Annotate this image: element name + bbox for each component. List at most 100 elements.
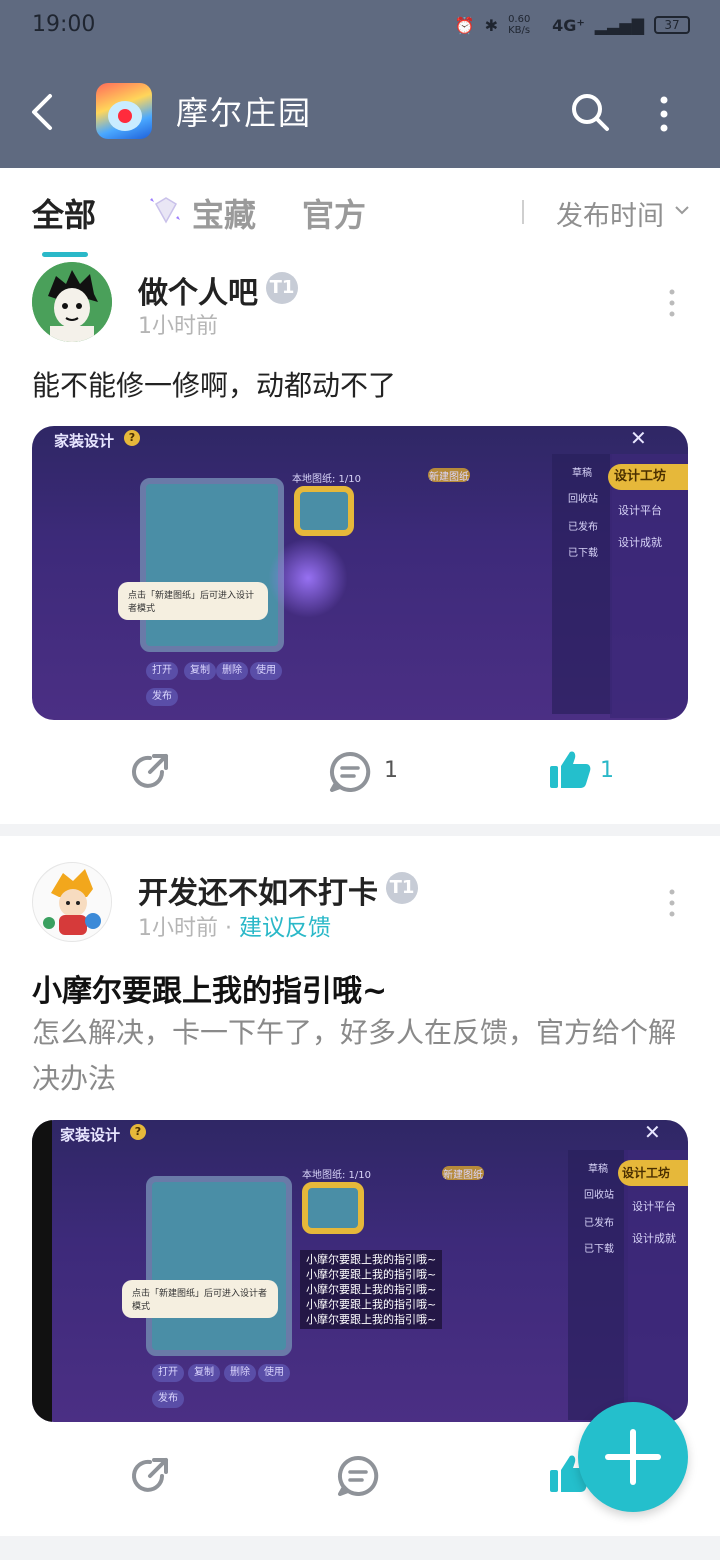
battery-icon: 37 — [654, 16, 690, 34]
post-time: 1小时前 — [138, 916, 218, 941]
tab-divider — [522, 200, 524, 224]
image-title: 家装设计 — [60, 1126, 121, 1144]
comment-count: 1 — [384, 758, 398, 783]
menu-item: 设计平台 — [618, 504, 662, 517]
image-button: 复制 — [188, 1364, 220, 1382]
tab-indicator — [42, 252, 88, 257]
page-title: 摩尔庄园 — [176, 94, 313, 132]
share-icon[interactable] — [128, 750, 172, 794]
chevron-down-icon[interactable] — [674, 204, 690, 216]
image-button: 删除 — [216, 662, 248, 680]
image-title: 家装设计 — [54, 432, 115, 450]
image-button: 发布 — [146, 688, 178, 706]
side-item: 已下载 — [584, 1244, 614, 1255]
side-item: 回收站 — [568, 494, 598, 505]
menu-item-active: 设计工坊 — [608, 464, 688, 490]
image-edge — [32, 1120, 52, 1422]
avatar[interactable] — [32, 262, 112, 342]
post-actions: 1 1 — [0, 728, 720, 818]
post-text[interactable]: 能不能修一修啊，动都动不了 — [32, 364, 396, 404]
spam-line: 小摩尔要跟上我的指引哦~ — [306, 1298, 437, 1311]
image-button: 删除 — [224, 1364, 256, 1382]
menu-item: 设计平台 — [632, 1200, 676, 1213]
tab-official[interactable]: 官方 — [302, 190, 366, 236]
spam-line: 小摩尔要跟上我的指引哦~ — [306, 1313, 437, 1326]
menu-item-active: 设计工坊 — [618, 1160, 688, 1186]
post-time: 1小时前 — [138, 314, 218, 339]
diamond-icon — [150, 197, 180, 224]
image-tip: 点击「新建图纸」后可进入设计者模式 — [122, 1280, 278, 1318]
username[interactable]: 做个人吧 — [138, 268, 258, 312]
post-title[interactable]: 小摩尔要跟上我的指引哦~ — [32, 966, 387, 1010]
help-icon: ? — [130, 1124, 146, 1140]
avatar-image — [33, 863, 111, 941]
username[interactable]: 开发还不如不打卡 — [138, 868, 378, 912]
status-icons: ⏰ ✱ 0.60 KB/s 4G⁺ ▂▃▅▇ 37 — [455, 14, 690, 36]
spam-line: 小摩尔要跟上我的指引哦~ — [306, 1253, 437, 1266]
avatar[interactable] — [32, 862, 112, 942]
image-tip: 点击「新建图纸」后可进入设计者模式 — [118, 582, 268, 620]
local-label: 本地图纸: 1/10 — [302, 1170, 372, 1181]
meta-dot: · — [225, 916, 239, 941]
side-item: 草稿 — [588, 1164, 608, 1175]
menu-panel — [610, 454, 688, 718]
signal-label: 4G⁺ — [552, 15, 585, 35]
image-button: 发布 — [152, 1390, 184, 1408]
blueprint-card — [146, 1176, 292, 1356]
tab-treasure[interactable]: 宝藏 — [192, 190, 256, 236]
post-image[interactable]: 家装设计 ? ✕ 点击「新建图纸」后可进入设计者模式 本地图纸: 1/10 新建… — [32, 426, 688, 720]
menu-item: 设计成就 — [632, 1232, 676, 1245]
new-blueprint-pill: 新建图纸 — [442, 1166, 484, 1181]
post-meta: 1小时前 — [138, 308, 218, 340]
image-button: 使用 — [250, 662, 282, 680]
search-icon[interactable] — [570, 90, 610, 134]
side-item: 已下载 — [568, 548, 598, 559]
post-image[interactable]: 家装设计 ? ✕ 点击「新建图纸」后可进入设计者模式 本地图纸: 1/10 新建… — [32, 1120, 688, 1422]
comment-icon[interactable] — [336, 1454, 380, 1498]
post-card[interactable]: 做个人吧 T1 1小时前 能不能修一修啊，动都动不了 家装设计 ? ✕ 点击「新… — [0, 258, 720, 824]
status-time: 19:00 — [32, 12, 96, 37]
menu-item: 设计成就 — [618, 536, 662, 549]
like-count: 1 — [600, 758, 614, 783]
avatar-image — [32, 262, 112, 342]
post-more-icon[interactable] — [664, 288, 680, 318]
side-item: 回收站 — [584, 1190, 614, 1201]
post-category-tag[interactable]: 建议反馈 — [239, 915, 331, 941]
mole-nose-graphic — [118, 109, 132, 123]
side-item: 草稿 — [572, 468, 592, 479]
back-arrow-icon[interactable] — [28, 90, 60, 134]
side-item: 已发布 — [584, 1218, 614, 1229]
alarm-icon: ⏰ — [454, 15, 475, 35]
net-speed: 0.60 KB/s — [508, 14, 531, 36]
tab-all[interactable]: 全部 — [32, 190, 96, 236]
share-icon[interactable] — [128, 1454, 172, 1498]
bluetooth-icon: ✱ — [484, 15, 499, 35]
guide-spam-text: 小摩尔要跟上我的指引哦~ 小摩尔要跟上我的指引哦~ 小摩尔要跟上我的指引哦~ 小… — [300, 1250, 443, 1329]
glow-graphic — [268, 538, 348, 618]
blueprint-card — [140, 478, 284, 652]
app-logo — [96, 83, 152, 139]
image-button: 打开 — [152, 1364, 184, 1382]
level-badge: T1 — [266, 272, 298, 304]
spam-line: 小摩尔要跟上我的指引哦~ — [306, 1268, 437, 1281]
local-label: 本地图纸: 1/10 — [292, 474, 362, 485]
plus-icon — [605, 1429, 661, 1485]
more-vertical-icon[interactable] — [652, 94, 676, 134]
sort-dropdown[interactable]: 发布时间 — [556, 194, 664, 233]
post-text[interactable]: 怎么解决，卡一下午了，好多人在反馈，官方给个解决办法 — [32, 1010, 688, 1102]
status-bar: 19:00 ⏰ ✱ 0.60 KB/s 4G⁺ ▂▃▅▇ 37 — [0, 0, 720, 56]
image-button: 使用 — [258, 1364, 290, 1382]
side-item: 已发布 — [568, 522, 598, 533]
menu-panel — [624, 1150, 688, 1422]
like-icon[interactable] — [548, 748, 592, 792]
post-more-icon[interactable] — [664, 888, 680, 918]
app-bar: 摩尔庄园 — [0, 56, 720, 168]
create-post-button[interactable] — [578, 1402, 688, 1512]
thumb-card — [294, 486, 354, 536]
image-button: 打开 — [146, 662, 178, 680]
close-icon: ✕ — [644, 1120, 661, 1144]
thumb-card — [302, 1182, 364, 1234]
comment-icon[interactable] — [328, 750, 372, 794]
post-separator — [0, 1536, 720, 1560]
new-blueprint-pill: 新建图纸 — [428, 468, 470, 483]
